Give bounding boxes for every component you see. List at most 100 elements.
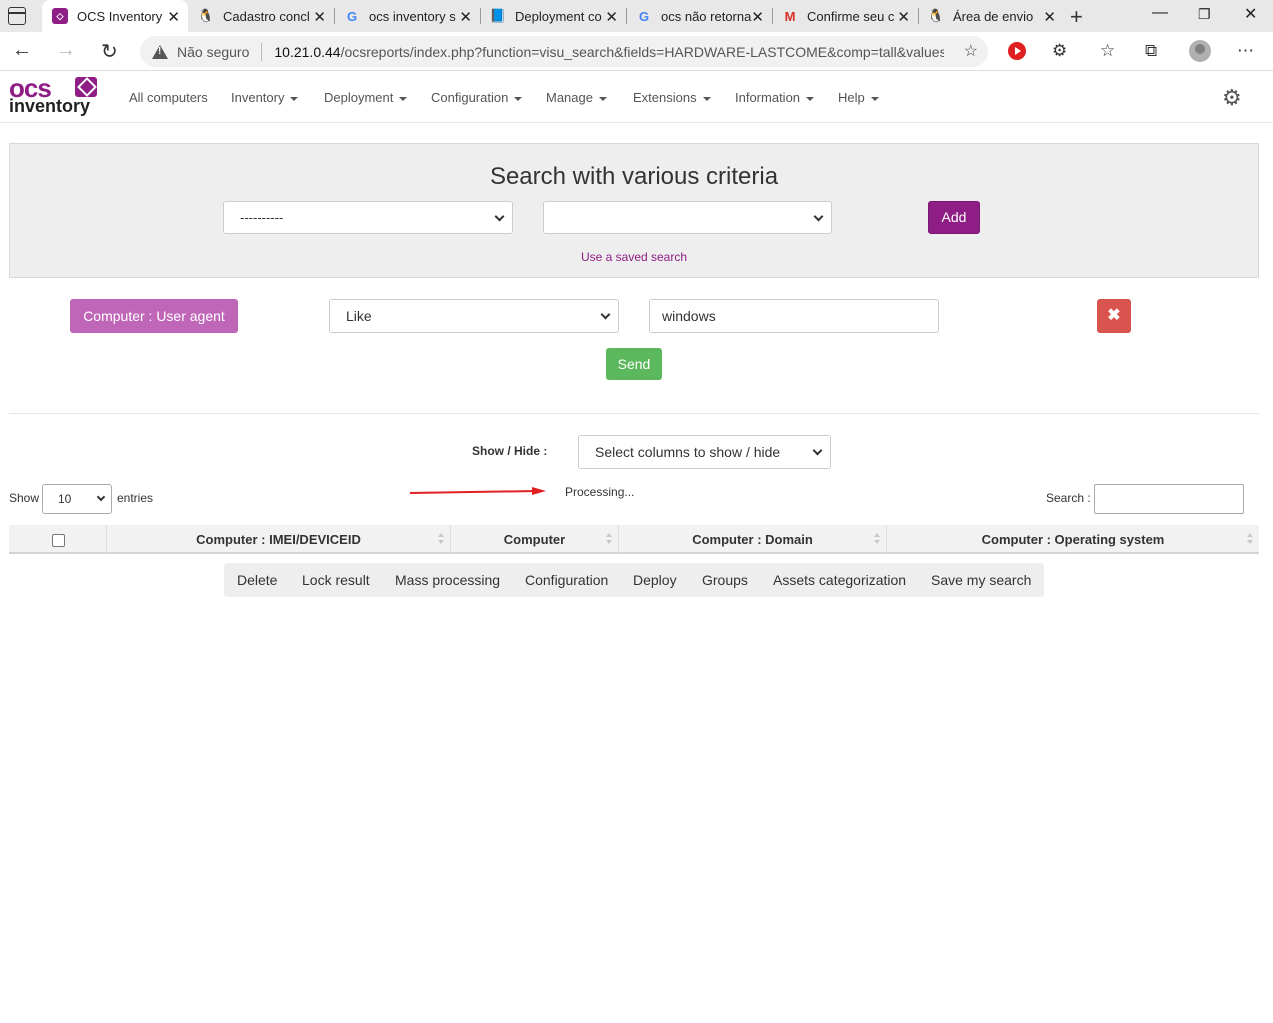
sort-icon <box>438 533 444 546</box>
entries-per-page-select[interactable]: 10 <box>42 484 112 514</box>
nav-label: Information <box>735 90 801 105</box>
criteria-value-input[interactable]: windows <box>649 299 939 333</box>
annotation-arrow-icon <box>410 487 546 495</box>
column-header-operating-system[interactable]: Computer : Operating system <box>886 525 1259 554</box>
table-search-label: Search : <box>1046 491 1091 505</box>
column-header-label: Computer : Domain <box>692 532 813 547</box>
column-header-label: Computer <box>503 532 566 547</box>
table-search-input[interactable] <box>1094 484 1244 514</box>
url-host: 10.21.0.44 <box>274 43 341 60</box>
nav-information[interactable]: Information <box>735 90 815 105</box>
column-header-domain[interactable]: Computer : Domain <box>618 525 886 554</box>
minimize-icon[interactable]: — <box>1152 4 1168 22</box>
close-icon[interactable]: ✕ <box>1043 8 1056 26</box>
delete-button[interactable]: Delete <box>237 563 277 597</box>
remove-icon: ✖ <box>1107 307 1121 324</box>
nav-help[interactable]: Help <box>838 90 879 105</box>
nav-label: Manage <box>546 90 593 105</box>
nav-configuration[interactable]: Configuration <box>431 90 523 105</box>
column-header-imei[interactable]: Computer : IMEI/DEVICEID <box>106 525 450 554</box>
assets-categorization-button[interactable]: Assets categorization <box>773 563 906 597</box>
ocs-logo[interactable]: ocs inventory <box>9 75 101 119</box>
field-select-value: ---------- <box>240 210 284 225</box>
column-header-computer[interactable]: Computer <box>450 525 618 554</box>
close-icon[interactable]: ✕ <box>605 8 618 26</box>
gmail-icon: M <box>784 8 796 24</box>
close-icon[interactable]: ✕ <box>313 8 326 26</box>
google-icon: G <box>638 8 650 24</box>
url-text: 10.21.0.44/ocsreports/index.php?function… <box>274 44 944 60</box>
use-saved-search-link[interactable]: Use a saved search <box>581 250 687 264</box>
add-criteria-button[interactable]: Add <box>928 201 980 234</box>
nav-manage[interactable]: Manage <box>546 90 607 105</box>
entries-select-value: 10 <box>58 492 72 506</box>
caret-down-icon <box>514 96 523 101</box>
column-header-label: Computer : Operating system <box>981 532 1165 547</box>
columns-show-hide-select[interactable]: Select columns to show / hide <box>578 435 831 469</box>
tab-ocs-nao-retorna[interactable]: G ocs não retorna ✕ <box>626 0 772 32</box>
close-icon[interactable]: ✕ <box>459 8 472 26</box>
caret-down-icon <box>702 96 711 101</box>
criteria-operator-value: Like <box>346 308 372 324</box>
operator-select[interactable] <box>543 201 832 234</box>
back-icon[interactable]: ← <box>12 39 32 62</box>
logo-badge-icon <box>75 77 97 97</box>
lock-result-button[interactable]: Lock result <box>302 563 370 597</box>
configuration-button[interactable]: Configuration <box>525 563 608 597</box>
close-icon[interactable]: ✕ <box>167 8 180 26</box>
forward-icon[interactable]: → <box>56 39 76 62</box>
nav-label: All computers <box>129 90 208 105</box>
field-select[interactable]: ---------- <box>223 201 513 234</box>
close-icon[interactable]: ✕ <box>751 8 764 26</box>
tab-gmail[interactable]: M Confirme seu c ✕ <box>772 0 918 32</box>
tab-ocs-inventory[interactable]: ◇ OCS Inventory ✕ <box>42 0 188 32</box>
results-action-bar: Delete Lock result Mass processing Confi… <box>224 563 1044 597</box>
logo-text-bottom: inventory <box>9 96 91 116</box>
app-navbar: ocs inventory All computers Inventory De… <box>0 72 1273 123</box>
close-icon[interactable]: ✕ <box>897 8 910 26</box>
window-close-icon[interactable]: ✕ <box>1244 4 1257 24</box>
chevron-down-icon <box>812 445 823 456</box>
nav-label: Help <box>838 90 865 105</box>
favorites-icon[interactable]: ☆ <box>1100 41 1115 61</box>
select-all-checkbox[interactable] <box>52 534 65 547</box>
show-hide-label: Show / Hide : <box>472 444 548 458</box>
linux-penguin-icon: 🐧 <box>927 8 945 23</box>
ocs-favicon-icon: ◇ <box>52 8 68 24</box>
chevron-down-icon <box>813 211 824 222</box>
nav-label: Inventory <box>231 90 285 105</box>
settings-gear-icon[interactable]: ⚙ <box>1222 87 1242 109</box>
tab-deployment[interactable]: 📘 Deployment co ✕ <box>480 0 626 32</box>
criteria-operator-select[interactable]: Like <box>329 299 619 333</box>
mass-processing-button[interactable]: Mass processing <box>395 563 500 597</box>
nav-all-computers[interactable]: All computers <box>129 90 208 105</box>
url-path: /ocsreports/index.php?function=visu_sear… <box>340 43 945 60</box>
nav-extensions[interactable]: Extensions <box>633 90 711 105</box>
save-my-search-button[interactable]: Save my search <box>931 563 1031 597</box>
more-options-icon[interactable]: ⋯ <box>1237 41 1254 61</box>
collections-icon[interactable]: ⧉ <box>1145 41 1157 61</box>
chevron-down-icon <box>494 211 505 222</box>
deploy-button[interactable]: Deploy <box>633 563 677 597</box>
tab-actions-icon[interactable] <box>8 7 26 25</box>
nav-inventory[interactable]: Inventory <box>231 90 299 105</box>
column-header-label: Computer : IMEI/DEVICEID <box>196 532 361 547</box>
send-button[interactable]: Send <box>606 348 662 380</box>
address-bar[interactable]: Não seguro 10.21.0.44/ocsreports/index.p… <box>140 36 988 67</box>
remove-criteria-button[interactable]: ✖ <box>1097 299 1131 333</box>
reload-icon[interactable]: ↻ <box>101 39 118 64</box>
nav-deployment[interactable]: Deployment <box>324 90 408 105</box>
tab-ocs-inventory-search[interactable]: G ocs inventory s ✕ <box>334 0 480 32</box>
tab-cadastro[interactable]: 🐧 Cadastro concl ✕ <box>188 0 334 32</box>
new-tab-icon[interactable]: + <box>1070 4 1083 30</box>
linux-penguin-icon: 🐧 <box>197 8 215 23</box>
address-divider <box>261 42 263 61</box>
groups-button[interactable]: Groups <box>702 563 748 597</box>
criteria-field-label: Computer : User agent <box>70 299 238 333</box>
extensions-icon[interactable]: ⚙ <box>1052 41 1067 61</box>
add-favorite-icon[interactable]: ☆ <box>964 41 978 61</box>
record-extension-icon[interactable] <box>1008 42 1026 60</box>
tab-area-de-envio[interactable]: 🐧 Área de envio ✕ <box>918 0 1064 32</box>
restore-icon[interactable]: ❐ <box>1198 6 1211 23</box>
profile-avatar[interactable] <box>1189 40 1211 62</box>
